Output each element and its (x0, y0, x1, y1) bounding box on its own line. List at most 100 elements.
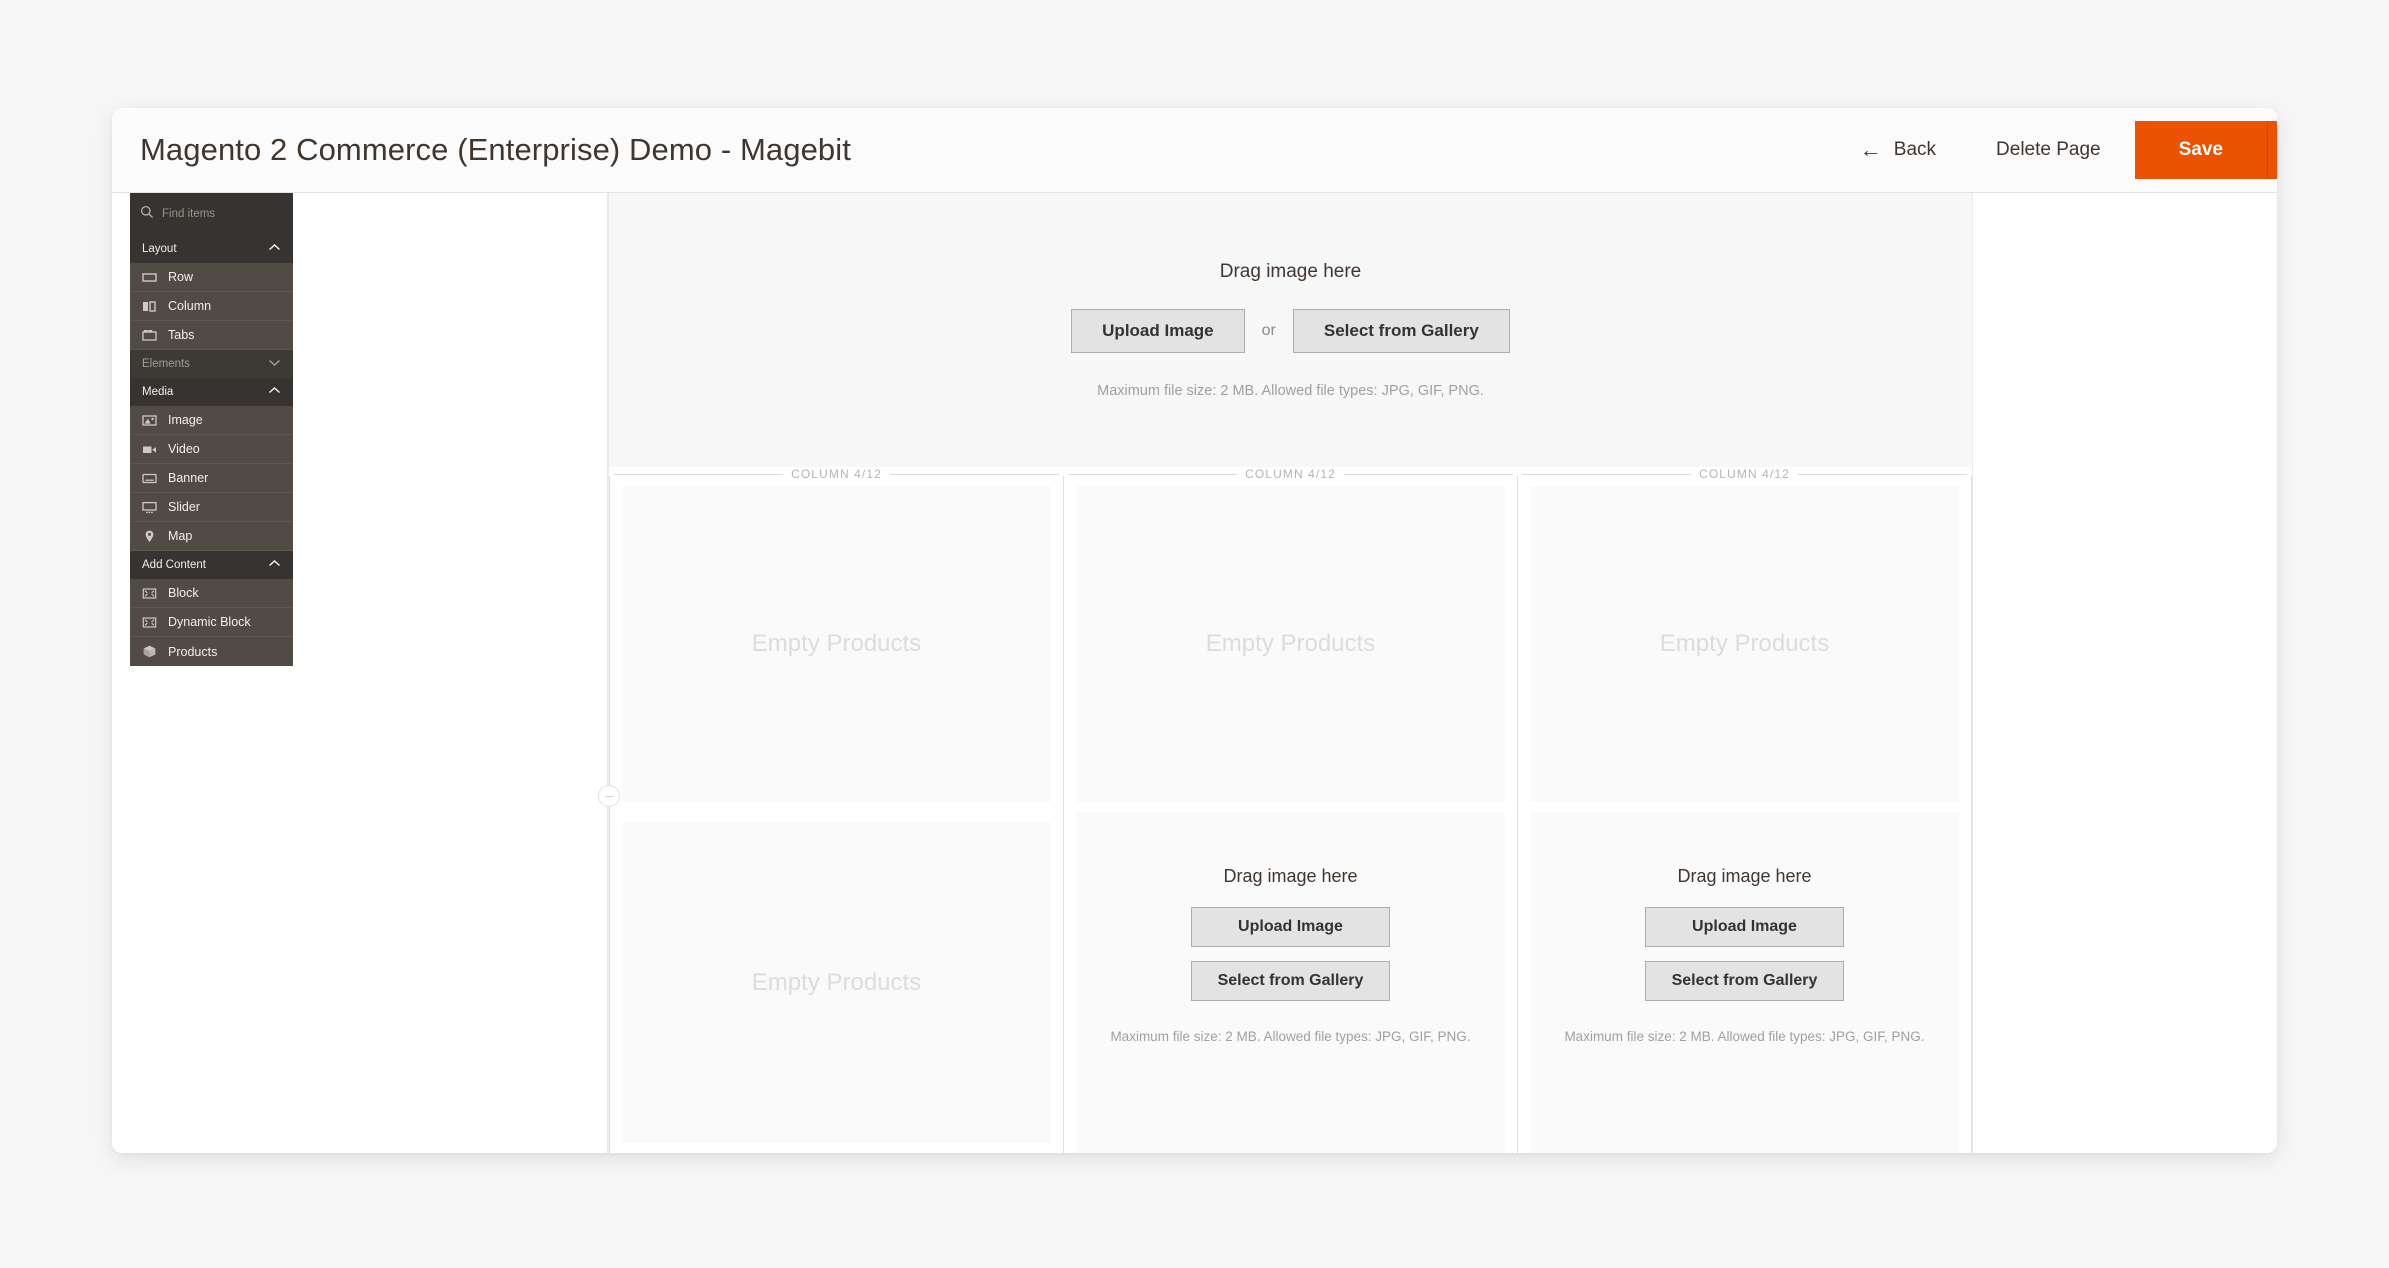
upload-actions: Upload Image Select from Gallery (1644, 907, 1845, 1001)
chevron-down-icon (268, 358, 281, 370)
chevron-up-icon (268, 243, 281, 255)
sidebar-item-slider-label: Slider (168, 500, 200, 514)
image-dropzone-column-2[interactable]: Drag image here Upload Image Select from… (1076, 812, 1505, 1153)
canvas-stage: Drag image here Upload Image or Select f… (598, 193, 1973, 1153)
row-resize-handle[interactable] (598, 785, 620, 807)
back-button[interactable]: ← Back (1834, 139, 1962, 161)
page-builder-window: Magento 2 Commerce (Enterprise) Demo - M… (112, 108, 2277, 1153)
upload-image-button[interactable]: Upload Image (1071, 309, 1245, 353)
sidebar-item-map-label: Map (168, 529, 193, 543)
upload-image-button[interactable]: Upload Image (1644, 907, 1845, 947)
sidebar-item-column[interactable]: Column (130, 292, 293, 321)
panel-section-elements[interactable]: Elements (130, 350, 293, 378)
upload-or-label: or (1261, 322, 1276, 339)
column-label-rule-left (1068, 473, 1238, 475)
panel-section-add-content-label: Add Content (142, 559, 206, 571)
sidebar-item-tabs[interactable]: Tabs (130, 321, 293, 350)
sidebar-item-banner-label: Banner (168, 471, 209, 485)
row-icon (142, 270, 157, 285)
panel-section-layout-label: Layout (142, 243, 177, 255)
sidebar-item-slider[interactable]: Slider (130, 493, 293, 522)
empty-products-placeholder[interactable]: Empty Products (1530, 486, 1959, 802)
empty-products-placeholder[interactable]: Empty Products (622, 822, 1051, 1143)
page-canvas: Drag image here Upload Image or Select f… (598, 193, 2277, 1153)
page-builder-panel: Layout Row Column (130, 193, 293, 666)
select-from-gallery-button[interactable]: Select from Gallery (1190, 961, 1391, 1001)
column-3[interactable]: COLUMN 4/12 Empty Products Drag image he… (1517, 467, 1972, 1153)
sidebar-item-video[interactable]: Video (130, 435, 293, 464)
sidebar-item-image[interactable]: Image (130, 406, 293, 435)
dynamic-block-icon (142, 615, 157, 630)
drag-image-label: Drag image here (1223, 866, 1358, 886)
upload-image-button[interactable]: Upload Image (1190, 907, 1391, 947)
column-label-rule-left (1522, 473, 1692, 475)
select-from-gallery-button[interactable]: Select from Gallery (1292, 309, 1510, 353)
slider-icon (142, 500, 157, 515)
chevron-up-icon (268, 559, 281, 571)
drag-image-label: Drag image here (1677, 866, 1812, 886)
upload-actions: Upload Image or Select from Gallery (1071, 309, 1510, 353)
image-dropzone-top[interactable]: Drag image here Upload Image or Select f… (609, 193, 1972, 467)
page-header: Magento 2 Commerce (Enterprise) Demo - M… (112, 108, 2277, 193)
sidebar-item-column-label: Column (168, 299, 212, 313)
column-icon (142, 299, 157, 314)
column-label-rule-right (1343, 473, 1514, 475)
column-2[interactable]: COLUMN 4/12 Empty Products Drag image he… (1063, 467, 1517, 1153)
sidebar-item-row-label: Row (168, 270, 194, 284)
window-body: Layout Row Column (112, 193, 2277, 1153)
column-label-rule-left (614, 473, 784, 475)
sidebar-item-dynamic-block[interactable]: Dynamic Block (130, 608, 293, 637)
panel-section-elements-label: Elements (142, 358, 190, 370)
panel-search[interactable] (130, 193, 293, 235)
column-3-label-text: COLUMN 4/12 (1699, 467, 1790, 481)
empty-products-placeholder[interactable]: Empty Products (622, 486, 1051, 802)
products-icon (142, 644, 157, 659)
grip-dash-icon (604, 795, 614, 797)
header-actions: ← Back Delete Page Save (1834, 108, 2277, 192)
save-button-label: Save (2178, 139, 2223, 160)
sidebar-item-tabs-label: Tabs (168, 328, 195, 342)
sidebar-item-banner[interactable]: Banner (130, 464, 293, 493)
column-2-label: COLUMN 4/12 (1064, 467, 1517, 481)
upload-hint: Maximum file size: 2 MB. Allowed file ty… (1097, 383, 1484, 399)
save-button[interactable]: Save (2134, 121, 2267, 179)
panel-section-layout[interactable]: Layout (130, 235, 293, 263)
sidebar-item-dynamic-block-label: Dynamic Block (168, 615, 251, 629)
sidebar-item-products-label: Products (168, 644, 218, 659)
save-split-toggle[interactable] (2267, 121, 2277, 179)
column-label-rule-right (889, 473, 1060, 475)
page-title: Magento 2 Commerce (Enterprise) Demo - M… (140, 132, 851, 167)
upload-actions: Upload Image Select from Gallery (1190, 907, 1391, 1001)
column-label-rule-right (1797, 473, 1968, 475)
select-from-gallery-button[interactable]: Select from Gallery (1644, 961, 1845, 1001)
search-input[interactable] (162, 208, 283, 220)
sidebar-item-block-label: Block (168, 586, 199, 600)
video-icon (142, 442, 157, 457)
column-1-label-text: COLUMN 4/12 (791, 467, 882, 481)
chevron-up-icon (268, 386, 281, 398)
empty-products-placeholder[interactable]: Empty Products (1076, 486, 1505, 802)
column-1-label: COLUMN 4/12 (610, 467, 1063, 481)
panel-section-media-label: Media (142, 386, 174, 398)
sidebar-item-image-label: Image (168, 413, 203, 427)
column-1[interactable]: COLUMN 4/12 Empty Products Empty Product… (609, 467, 1063, 1153)
panel-section-add-content[interactable]: Add Content (130, 551, 293, 579)
upload-hint: Maximum file size: 2 MB. Allowed file ty… (1110, 1029, 1471, 1044)
tabs-icon (142, 328, 157, 343)
left-pane: Layout Row Column (112, 193, 608, 1153)
column-3-label: COLUMN 4/12 (1518, 467, 1971, 481)
column-2-label-text: COLUMN 4/12 (1245, 467, 1336, 481)
delete-page-button[interactable]: Delete Page (1962, 139, 2135, 161)
panel-section-media[interactable]: Media (130, 378, 293, 406)
image-dropzone-column-3[interactable]: Drag image here Upload Image Select from… (1530, 812, 1959, 1153)
upload-hint: Maximum file size: 2 MB. Allowed file ty… (1564, 1029, 1925, 1044)
banner-icon (142, 471, 157, 486)
sidebar-item-products[interactable]: Products (130, 637, 293, 666)
drag-image-label: Drag image here (1219, 261, 1362, 282)
block-icon (142, 586, 157, 601)
sidebar-item-row[interactable]: Row (130, 263, 293, 292)
sidebar-item-map[interactable]: Map (130, 522, 293, 551)
sidebar-item-block[interactable]: Block (130, 579, 293, 608)
arrow-left-icon: ← (1859, 137, 1882, 162)
image-icon (142, 413, 157, 428)
